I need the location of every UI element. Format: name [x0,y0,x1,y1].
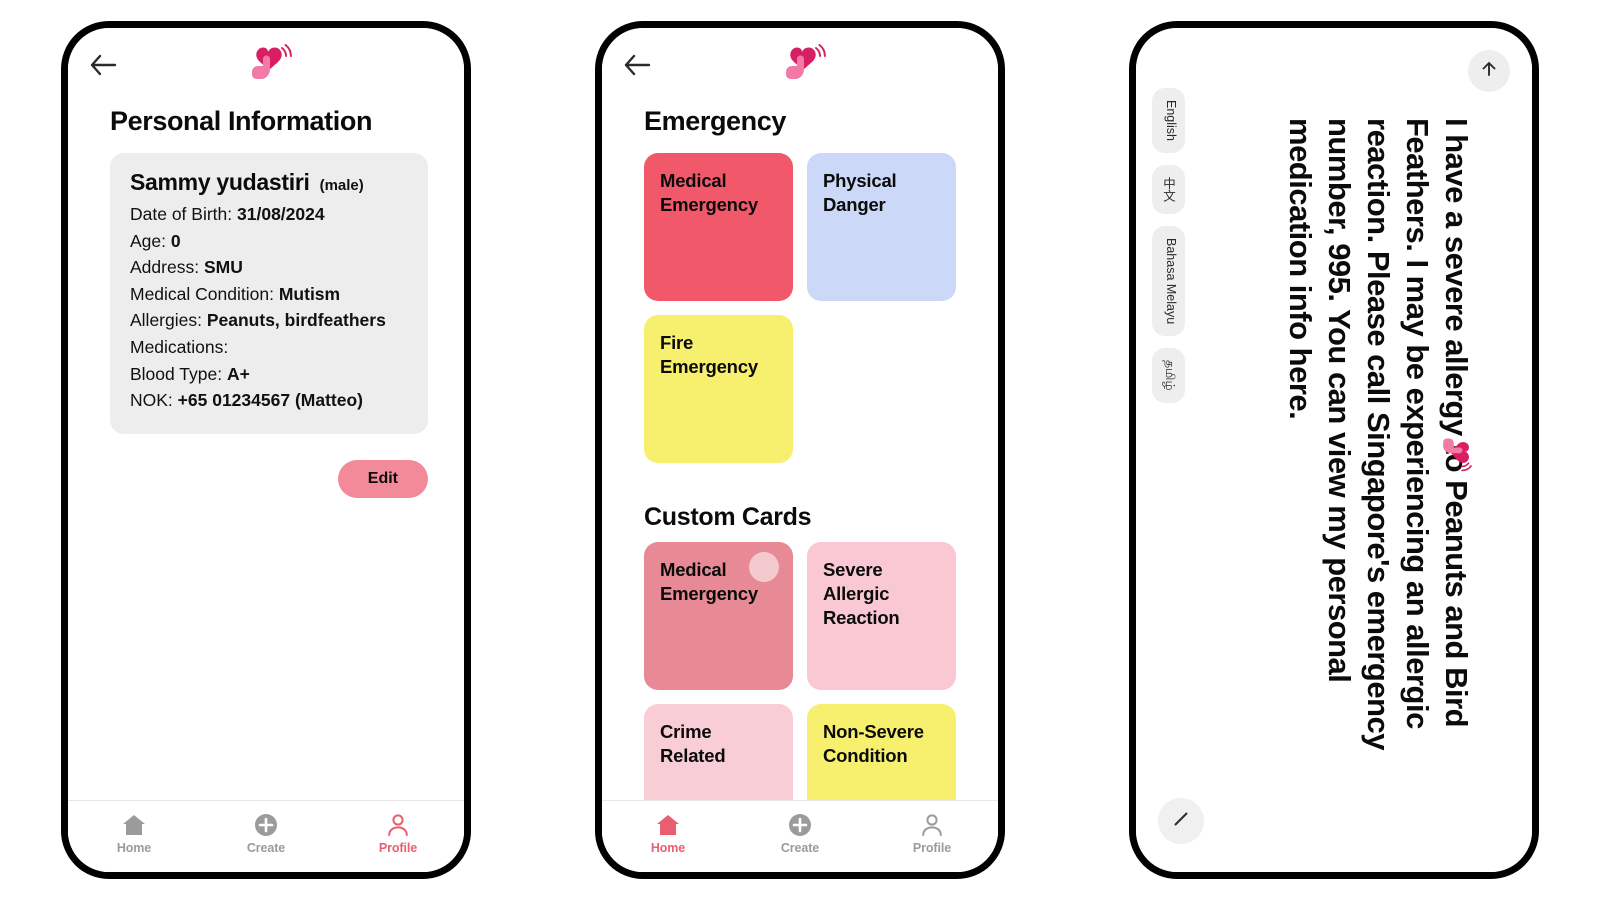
arrow-up-icon [1479,59,1499,84]
top-bar [68,28,464,100]
scroll-up-button[interactable] [1468,50,1510,92]
field-label: Blood Type: [130,363,223,384]
phone-personal-information: Personal Information Sammy yudastiri (ma… [61,21,471,879]
rotate-back-button[interactable] [1158,798,1204,844]
field-nok: NOK: +65 01234567 (Matteo) [130,387,408,414]
plus-circle-icon [787,812,813,838]
field-label: Medications: [130,336,229,357]
page-title: Emergency [644,106,786,136]
field-label: Medical Condition: [130,283,274,304]
field-blood-type: Blood Type: A+ [130,361,408,388]
nav-label-create: Create [246,841,286,855]
field-value: A+ [226,363,250,384]
home-icon [121,812,147,838]
nav-item-create[interactable]: Create [755,812,845,855]
touch-ripple-indicator [749,552,779,582]
emergency-card-empty-slot [807,315,956,463]
language-selector-rail: English 中文 Bahasa Melayu தமிழ் [1152,88,1185,403]
field-label: NOK: [130,390,173,411]
page-title: Personal Information [110,106,373,136]
custom-card-severe-allergic-reaction[interactable]: Severe Allergic Reaction [807,542,956,690]
language-pill-chinese[interactable]: 中文 [1152,165,1185,214]
nav-label-home: Home [116,841,152,855]
screen-personal-information: Personal Information Sammy yudastiri (ma… [68,28,464,872]
personal-info-card: Sammy yudastiri (male) Date of Birth: 31… [110,153,428,434]
field-medications: Medications: [130,334,408,361]
profile-name-row: Sammy yudastiri (male) [130,169,408,196]
edit-button[interactable]: Edit [337,459,428,498]
custom-card-medical-emergency[interactable]: Medical Emergency [644,542,793,690]
phone-emergency-cards: Emergency Medical Emergency Physical Dan… [595,21,1005,879]
nav-item-profile[interactable]: Profile [353,812,443,855]
field-value: 0 [170,230,181,251]
heart-hand-logo [238,42,294,92]
field-label: Age: [130,230,166,251]
profile-name: Sammy yudastiri [130,169,310,195]
diagonal-line-icon [1169,807,1193,836]
nav-label-profile: Profile [912,841,952,855]
field-label: Date of Birth: [130,204,233,224]
language-pill-tamil[interactable]: தமிழ் [1152,348,1185,403]
emergency-card-grid: Medical Emergency Physical Danger Fire E… [602,153,998,463]
language-pill-malay[interactable]: Bahasa Melayu [1152,226,1185,337]
field-date-of-birth: Date of Birth: 31/08/2024 [130,201,408,228]
heart-hand-logo [772,42,828,92]
field-value: Peanuts, birdfeathers [206,310,386,331]
screenshot-stage: Personal Information Sammy yudastiri (ma… [0,0,1600,900]
plus-circle-icon [253,812,279,838]
field-address: Address: SMU [130,254,408,281]
custom-card-label: Medical Emergency [660,559,758,605]
bottom-navigation: Home Create Profile [602,800,998,872]
nav-label-home: Home [650,841,686,855]
edit-row: Edit [68,459,464,498]
emergency-card-medical-emergency[interactable]: Medical Emergency [644,153,793,301]
field-value: +65 01234567 (Matteo) [177,390,363,411]
nav-item-create[interactable]: Create [221,812,311,855]
bottom-navigation: Home Create Profile [68,800,464,872]
field-label: Allergies: [130,310,202,331]
nav-label-profile: Profile [378,841,418,855]
language-pill-english[interactable]: English [1152,88,1185,153]
heart-hand-logo [1432,427,1474,473]
phone-emergency-message-display: English 中文 Bahasa Melayu தமிழ் I have a … [1129,21,1539,879]
field-age: Age: 0 [130,228,408,255]
nav-label-create: Create [780,841,820,855]
top-bar [602,28,998,100]
field-label: Address: [130,257,200,278]
nav-item-home[interactable]: Home [623,812,713,855]
back-arrow-icon[interactable] [622,52,652,78]
emergency-card-physical-danger[interactable]: Physical Danger [807,153,956,301]
home-icon [655,812,681,838]
nav-item-profile[interactable]: Profile [887,812,977,855]
nav-item-home[interactable]: Home [89,812,179,855]
field-value: Mutism [278,283,341,304]
person-icon [385,812,411,838]
emergency-card-fire-emergency[interactable]: Fire Emergency [644,315,793,463]
screen-emergency-message: English 中文 Bahasa Melayu தமிழ் I have a … [1136,28,1532,872]
profile-gender: (male) [319,177,364,194]
person-icon [919,812,945,838]
custom-cards-title: Custom Cards [644,503,812,531]
field-value: 31/08/2024 [237,204,325,224]
field-medical-condition: Medical Condition: Mutism [130,281,408,308]
screen-emergency: Emergency Medical Emergency Physical Dan… [602,28,998,872]
field-allergies: Allergies: Peanuts, birdfeathers [130,307,408,334]
back-arrow-icon[interactable] [88,52,118,78]
field-value: SMU [203,257,243,278]
